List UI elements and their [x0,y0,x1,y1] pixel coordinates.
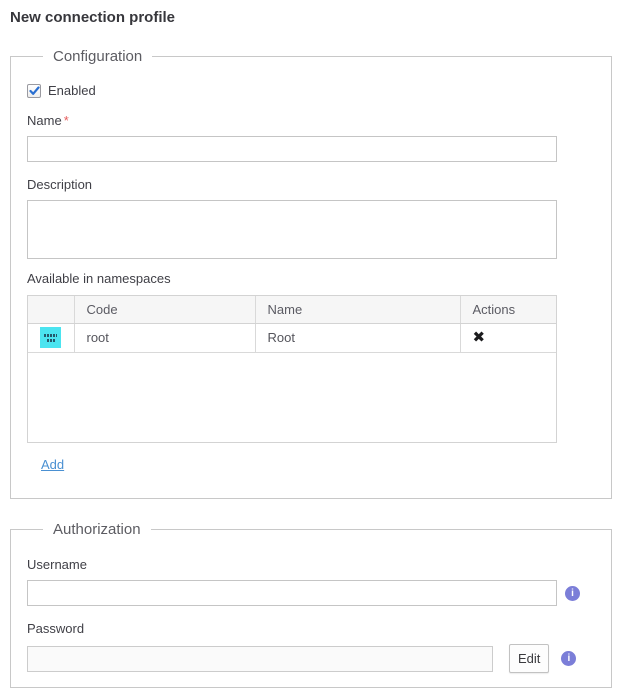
enabled-checkbox-row: Enabled [27,83,595,98]
description-label: Description [27,177,595,192]
info-icon[interactable]: i [565,586,580,601]
password-row: Edit i [27,644,595,673]
column-header-name[interactable]: Name [255,296,460,323]
page-title: New connection profile [10,9,618,26]
namespace-actions-cell: ✖ [460,323,556,352]
edit-password-button[interactable]: Edit [509,644,549,673]
page: New connection profile Configuration Ena… [0,0,624,688]
name-label: Name* [27,113,595,128]
column-header-actions: Actions [460,296,556,323]
password-input [27,646,493,672]
authorization-legend: Authorization [43,521,151,538]
column-header-icon [28,296,74,323]
namespace-name-cell: Root [255,323,460,352]
username-label: Username [27,557,595,572]
add-namespace-link[interactable]: Add [41,457,64,472]
namespace-thumbnail [40,327,61,348]
namespaces-table: Code Name Actions root Root ✖ [27,295,557,443]
username-row: i [27,580,595,606]
enabled-checkbox[interactable] [27,84,41,98]
username-input[interactable] [27,580,557,606]
namespaces-table-header-row: Code Name Actions [28,296,556,323]
namespace-code-cell: root [74,323,255,352]
delete-icon[interactable]: ✖ [473,330,486,345]
table-row[interactable]: root Root ✖ [28,323,556,352]
required-asterisk: * [64,113,69,128]
configuration-panel: Configuration Enabled Name* Description … [10,48,612,499]
description-input[interactable] [27,200,557,259]
configuration-legend: Configuration [43,48,152,65]
authorization-panel: Authorization Username i Password Edit i [10,521,612,688]
enabled-checkbox-label: Enabled [48,83,96,98]
checkbox-check-icon [29,86,40,96]
name-input[interactable] [27,136,557,162]
info-icon[interactable]: i [561,651,576,666]
namespace-thumbnail-cell [28,323,74,352]
column-header-code[interactable]: Code [74,296,255,323]
password-label: Password [27,621,595,636]
namespaces-label: Available in namespaces [27,271,595,286]
